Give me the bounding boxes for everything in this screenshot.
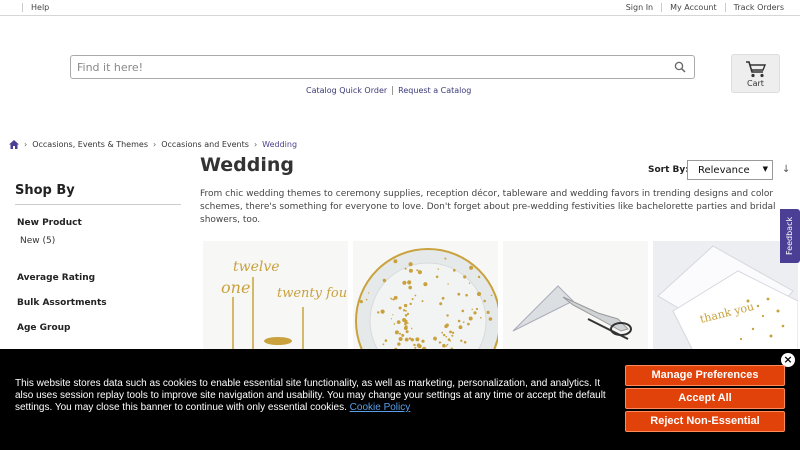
my-account-link[interactable]: My Account [661,3,724,12]
accept-all-button[interactable]: Accept All [625,388,785,409]
sort-direction-icon[interactable]: ↓ [782,164,790,175]
cookie-message: This website stores data such as cookies… [15,378,620,414]
breadcrumb-occasions-themes[interactable]: Occasions, Events & Themes [32,140,148,149]
top-utility-bar: Help Sign In My Account Track Orders [0,0,800,16]
search-icon[interactable] [674,61,686,73]
sort-selected-value: Relevance [698,165,750,176]
product-image: thank you [653,241,798,351]
help-link[interactable]: Help [22,3,49,12]
breadcrumb-separator: › [152,140,157,149]
cookie-message-text: This website stores data such as cookies… [15,378,606,413]
request-catalog-link[interactable]: Request a Catalog [392,86,476,95]
breadcrumb-separator: › [253,140,258,149]
topper-word-twelve: twelve [233,259,280,275]
sign-in-link[interactable]: Sign In [618,3,661,12]
facet-option-new[interactable]: New (5) [20,236,181,246]
cart-icon [745,61,766,78]
product-image [353,241,498,351]
topper-word-twenty-four: twenty four [277,286,348,301]
chevron-down-icon: ▼ [762,165,768,173]
facet-bulk-assortments[interactable]: Bulk Assortments [17,298,181,308]
category-description: From chic wedding themes to ceremony sup… [200,189,776,225]
cart-button[interactable]: Cart [731,54,780,93]
reject-non-essential-button[interactable]: Reject Non-Essential [625,411,785,432]
cart-label: Cart [747,79,764,88]
search-sublinks: Catalog Quick Order Request a Catalog [306,86,476,95]
manage-preferences-button[interactable]: Manage Preferences [625,365,785,386]
feedback-tab[interactable]: Feedback [780,209,800,263]
product-tile-gold-dot-plates[interactable] [353,241,498,351]
product-image [503,241,648,351]
facet-average-rating[interactable]: Average Rating [17,273,181,283]
filter-sidebar: Shop By New Product New (5) Average Rati… [15,183,181,333]
track-orders-link[interactable]: Track Orders [724,3,792,12]
sort-select[interactable]: Relevance ▼ [687,160,773,180]
cookie-banner: × This website stores data such as cooki… [0,349,800,450]
product-image: twelve one twenty four [203,241,348,351]
sidebar-title: Shop By [15,183,181,205]
topper-word-one: one [221,278,250,297]
search-input[interactable] [71,56,651,79]
breadcrumb-occasions-events[interactable]: Occasions and Events [161,140,249,149]
cookie-policy-link[interactable]: Cookie Policy [350,402,411,413]
account-links: Sign In My Account Track Orders [618,3,792,12]
search-bar [70,55,695,79]
facet-new-product[interactable]: New Product [17,218,181,228]
product-tile-thank-you-cards[interactable]: thank you [653,241,798,351]
breadcrumb: › Occasions, Events & Themes › Occasions… [9,140,297,149]
sort-label: Sort By: [648,165,689,175]
catalog-quick-order-link[interactable]: Catalog Quick Order [306,86,392,95]
product-tile-cake-toppers[interactable]: twelve one twenty four [203,241,348,351]
home-icon[interactable] [9,140,19,149]
product-tile-cake-server-set[interactable] [503,241,648,351]
breadcrumb-current: Wedding [262,140,298,149]
breadcrumb-separator: › [24,140,28,149]
facet-age-group[interactable]: Age Group [17,323,181,333]
page-title: Wedding [200,154,295,176]
